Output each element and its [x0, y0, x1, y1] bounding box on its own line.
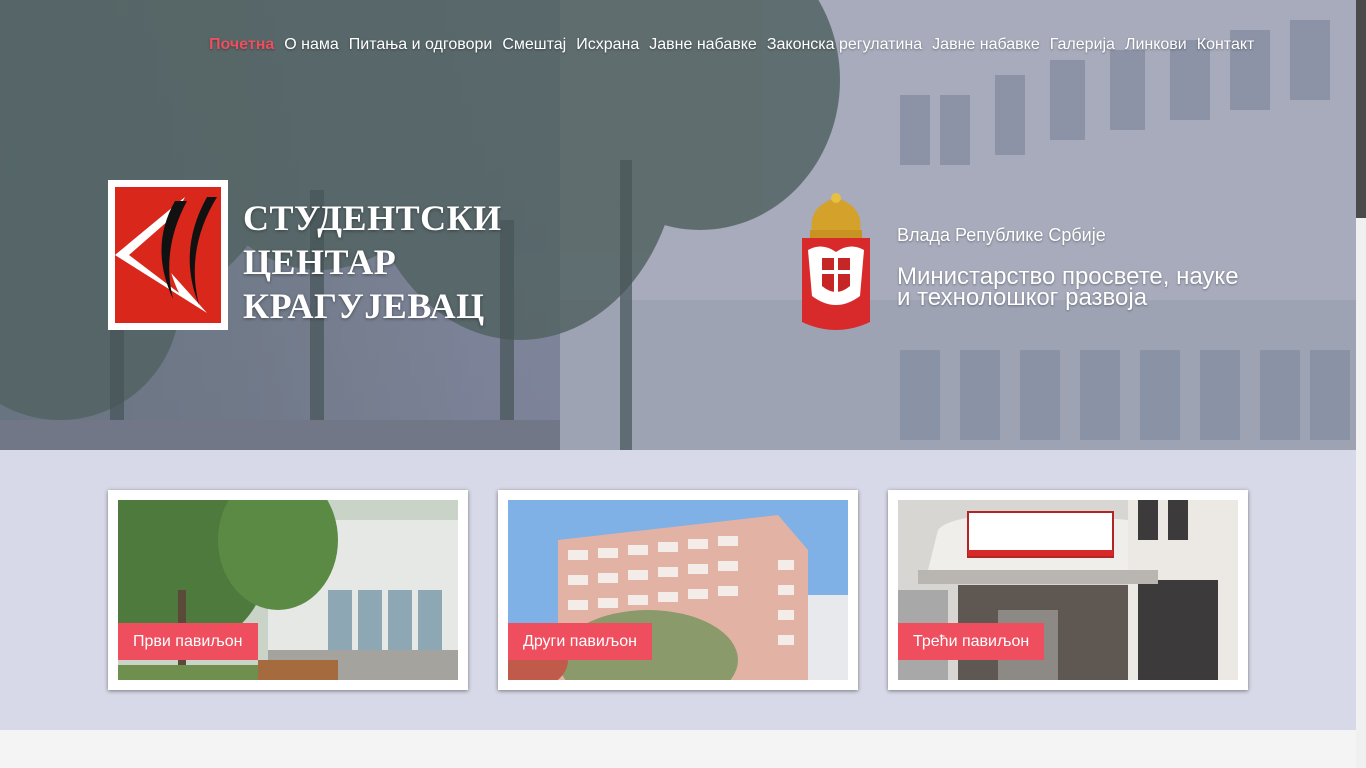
- pavilion-card-2[interactable]: Други павиљон: [498, 490, 858, 690]
- ministry-line-2: и технолошког развоја: [897, 284, 1148, 311]
- nav-item-gallery[interactable]: Галерија: [1050, 36, 1115, 54]
- pavilion-3-label[interactable]: Трећи павиљон: [898, 623, 1045, 660]
- ministry-label: Министарство просвете, науке и технолошк…: [897, 265, 1257, 311]
- serbia-coat-of-arms-icon: [802, 193, 870, 330]
- site-title-line-1: СТУДЕНТСКИ: [243, 198, 502, 238]
- pavilion-2-label[interactable]: Други павиљон: [508, 623, 653, 660]
- pavilions-section: Први павиљон Други павиљон Трећи павиљон: [0, 450, 1356, 730]
- scrollbar-thumb[interactable]: [1356, 0, 1366, 218]
- government-label: Влада Републике Србије: [897, 225, 1106, 245]
- nav-item-about[interactable]: О нама: [284, 36, 339, 54]
- nav-item-procurement-2[interactable]: Јавне набавке: [932, 36, 1040, 54]
- nav-item-accommodation[interactable]: Смештај: [502, 36, 566, 54]
- pavilion-1-label[interactable]: Први павиљон: [118, 623, 258, 660]
- nav-item-regulations[interactable]: Законска регулатина: [767, 36, 922, 54]
- nav-item-home[interactable]: Почетна: [209, 36, 274, 54]
- nav-item-food[interactable]: Исхрана: [576, 36, 639, 54]
- hero-banner: Почетна О нама Питања и одговори Смештај…: [0, 0, 1356, 450]
- site-title-line-3: КРАГУЈЕВАЦ: [243, 286, 485, 326]
- pavilion-card-1[interactable]: Први павиљон: [108, 490, 468, 690]
- page-scrollbar[interactable]: [1356, 0, 1366, 768]
- nav-item-links[interactable]: Линкови: [1125, 36, 1187, 54]
- sckg-logo-icon: [115, 187, 221, 323]
- main-navigation: Почетна О нама Питања и одговори Смештај…: [209, 34, 1254, 56]
- nav-item-faq[interactable]: Питања и одговори: [349, 36, 493, 54]
- nav-item-procurement[interactable]: Јавне набавке: [649, 36, 757, 54]
- site-title-line-2: ЦЕНТАР: [243, 242, 397, 282]
- site-logo[interactable]: [108, 180, 228, 330]
- site-title: СТУДЕНТСКИ ЦЕНТАР КРАГУЈЕВАЦ: [243, 196, 543, 328]
- pavilion-card-3[interactable]: Трећи павиљон: [888, 490, 1248, 690]
- nav-item-contact[interactable]: Контакт: [1197, 36, 1255, 54]
- page-footer-band: [0, 730, 1356, 768]
